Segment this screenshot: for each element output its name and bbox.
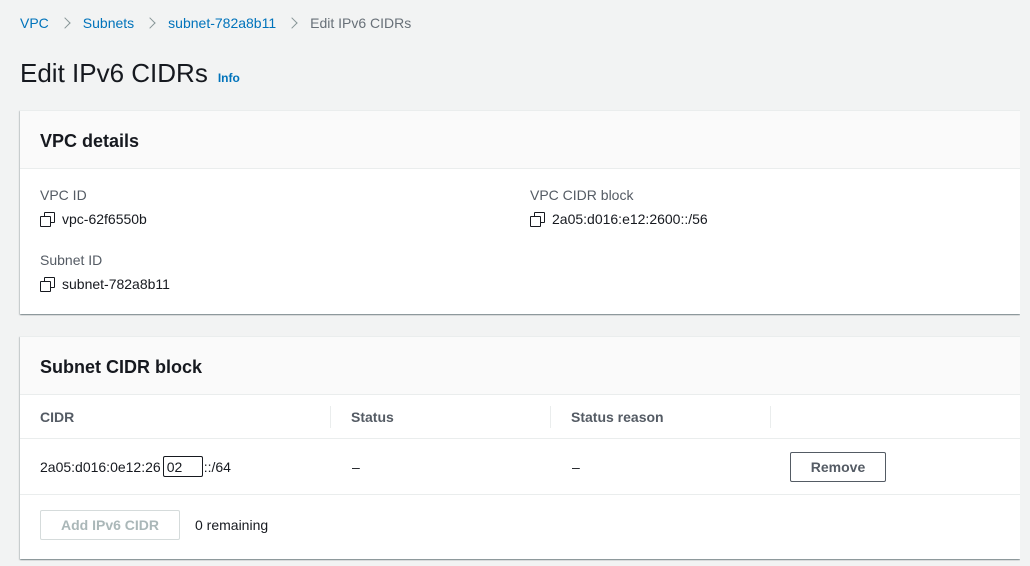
page-header: Edit IPv6 CIDRs Info — [20, 58, 240, 89]
remaining-count: 0 remaining — [195, 517, 269, 533]
status-reason-cell: – — [572, 458, 580, 475]
remove-button[interactable]: Remove — [790, 451, 886, 482]
cidr-input[interactable] — [162, 456, 203, 477]
cidr-suffix: ::/64 — [203, 458, 231, 475]
subnet-cidr-header: Subnet CIDR block — [20, 337, 1020, 395]
info-link[interactable]: Info — [218, 71, 240, 85]
cidr-cell: 2a05:d016:0e12:26 ::/64 — [20, 456, 330, 477]
breadcrumb-vpc-link[interactable]: VPC — [20, 15, 49, 31]
column-header-actions — [770, 406, 1020, 428]
cidr-prefix: 2a05:d016:0e12:26 — [40, 458, 161, 475]
vpc-details-heading: VPC details — [40, 131, 140, 151]
add-ipv6-cidr-button[interactable]: Add IPv6 CIDR — [40, 510, 180, 540]
subnet-id-value-row: subnet-782a8b11 — [40, 276, 170, 292]
vpc-cidr-value-row: 2a05:d016:e12:2600::/56 — [530, 211, 708, 227]
breadcrumb-subnet-link[interactable]: subnet-782a8b11 — [168, 15, 276, 31]
cidr-table-header: CIDR Status Status reason — [20, 396, 1020, 439]
copy-icon[interactable] — [40, 212, 55, 227]
scrollbar[interactable] — [1020, 0, 1030, 566]
vpc-cidr-label: VPC CIDR block — [530, 187, 634, 203]
subnet-cidr-heading: Subnet CIDR block — [40, 357, 203, 377]
chevron-right-icon — [288, 16, 298, 30]
breadcrumb-current: Edit IPv6 CIDRs — [310, 15, 412, 31]
breadcrumb: VPC Subnets subnet-782a8b11 Edit IPv6 CI… — [20, 15, 411, 31]
copy-icon[interactable] — [530, 212, 545, 227]
page-title: Edit IPv6 CIDRs — [20, 58, 208, 88]
status-cell: – — [352, 458, 360, 475]
vpc-cidr-field: VPC CIDR block 2a05:d016:e12:2600::/56 — [530, 187, 708, 227]
vpc-details-header: VPC details — [20, 111, 1020, 169]
column-header-cidr: CIDR — [40, 409, 75, 425]
copy-icon[interactable] — [40, 277, 55, 292]
vpc-id-field: VPC ID vpc-62f6550b — [40, 187, 147, 227]
actions-cell: Remove — [770, 451, 1020, 482]
subnet-cidr-panel: Subnet CIDR block CIDR Status Status rea… — [20, 336, 1020, 559]
subnet-id-field: Subnet ID subnet-782a8b11 — [40, 252, 170, 292]
column-header-status: Status — [330, 406, 550, 428]
column-header-status-reason: Status reason — [550, 406, 770, 428]
vpc-id-value-row: vpc-62f6550b — [40, 211, 147, 227]
vpc-id-value: vpc-62f6550b — [62, 211, 147, 227]
chevron-right-icon — [146, 16, 156, 30]
subnet-id-value: subnet-782a8b11 — [62, 276, 170, 292]
subnet-id-label: Subnet ID — [40, 252, 103, 268]
vpc-details-panel: VPC details VPC ID vpc-62f6550b VPC CIDR… — [20, 110, 1020, 314]
breadcrumb-subnets-link[interactable]: Subnets — [83, 15, 134, 31]
table-row: 2a05:d016:0e12:26 ::/64 – – Remove — [20, 439, 1020, 495]
vpc-cidr-value: 2a05:d016:e12:2600::/56 — [552, 211, 708, 227]
vpc-id-label: VPC ID — [40, 187, 87, 203]
chevron-right-icon — [61, 16, 71, 30]
